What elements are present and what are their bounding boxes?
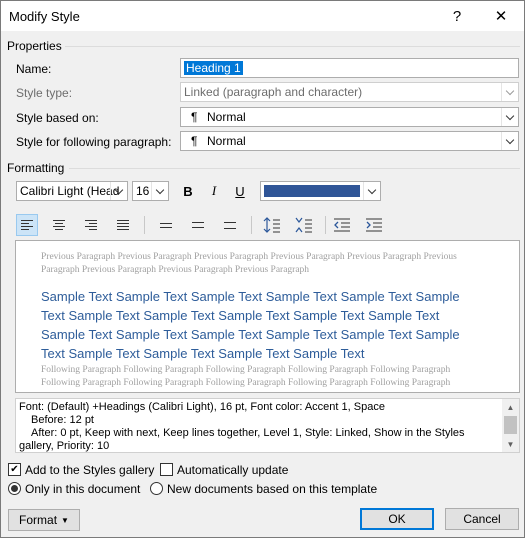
format-label: Format	[19, 513, 58, 527]
format-button[interactable]: Format ▼	[8, 509, 80, 531]
description-scrollbar[interactable]: ▲ ▼	[502, 399, 519, 452]
justify-button[interactable]	[112, 214, 134, 236]
font-color-swatch	[264, 185, 360, 197]
formatting-divider	[69, 168, 520, 169]
based-on-label: Style based on:	[16, 111, 99, 125]
name-value: Heading 1	[184, 61, 243, 75]
add-to-gallery-checkbox[interactable]: ✔	[8, 463, 21, 476]
toolbar-separator	[251, 216, 252, 234]
close-icon: ✕	[494, 8, 508, 25]
single-spacing-button[interactable]	[155, 214, 177, 236]
bold-button[interactable]: B	[177, 180, 199, 202]
add-to-gallery-label: Add to the Styles gallery	[25, 463, 155, 477]
name-label: Name:	[16, 62, 52, 76]
one-half-spacing-button[interactable]	[187, 214, 209, 236]
following-paragraph-text: Following Paragraph Following Paragraph …	[41, 365, 451, 388]
only-this-document-label: Only in this document	[25, 482, 141, 496]
underline-button[interactable]: U	[229, 180, 251, 202]
following-dropdown[interactable]	[501, 132, 518, 150]
properties-divider	[65, 46, 520, 47]
only-this-document-radio[interactable]	[8, 482, 21, 495]
align-left-button[interactable]	[16, 214, 38, 236]
ok-button[interactable]: OK	[360, 508, 434, 530]
font-select[interactable]: Calibri Light (Head	[16, 181, 128, 201]
scroll-up-icon[interactable]: ▲	[502, 399, 519, 415]
toolbar-separator	[325, 216, 326, 234]
formatting-heading: Formatting	[7, 161, 65, 175]
based-on-dropdown[interactable]	[501, 108, 518, 126]
sample-text: Sample Text Sample Text Sample Text Samp…	[41, 289, 460, 361]
align-right-icon	[85, 220, 97, 230]
scroll-thumb[interactable]	[504, 416, 517, 434]
help-icon: ?	[452, 7, 462, 25]
previous-paragraph-text: Previous Paragraph Previous Paragraph Pr…	[41, 252, 457, 275]
font-color-select[interactable]	[260, 181, 381, 201]
chevron-down-icon	[367, 185, 377, 194]
modify-style-dialog: Modify Style ? ✕ Properties Name: Headin…	[0, 0, 525, 538]
dropdown-arrow-icon: ▼	[61, 515, 69, 525]
checkmark-icon: ✔	[10, 463, 19, 475]
align-center-icon	[53, 220, 65, 230]
decrease-spacing-icon	[295, 217, 312, 233]
description-line: After: 0 pt, Keep with next, Keep lines …	[31, 427, 465, 439]
radio-selected-dot	[11, 485, 18, 492]
style-type-label: Style type:	[16, 86, 73, 100]
size-dropdown[interactable]	[151, 182, 168, 200]
decrease-paragraph-spacing-button[interactable]	[293, 214, 315, 236]
italic-button[interactable]: I	[203, 180, 225, 202]
dialog-title: Modify Style	[9, 9, 80, 24]
chevron-down-icon	[505, 111, 515, 120]
properties-heading: Properties	[7, 39, 62, 53]
double-spacing-icon	[224, 221, 236, 229]
chevron-down-icon	[505, 135, 515, 144]
paragraph-icon: ¶	[191, 134, 198, 148]
following-value: Normal	[207, 134, 246, 148]
increase-paragraph-spacing-button[interactable]	[261, 214, 283, 236]
cancel-button[interactable]: Cancel	[445, 508, 519, 530]
font-dropdown[interactable]	[110, 182, 127, 200]
align-left-icon	[21, 220, 33, 230]
increase-spacing-icon	[263, 217, 280, 233]
increase-indent-icon	[366, 218, 382, 232]
paragraph-icon: ¶	[191, 110, 198, 124]
style-description: Font: (Default) +Headings (Calibri Light…	[15, 398, 520, 453]
new-documents-radio[interactable]	[150, 482, 163, 495]
chevron-down-icon	[505, 86, 515, 95]
chevron-down-icon	[155, 185, 165, 194]
name-field[interactable]: Heading 1	[180, 58, 519, 78]
based-on-value: Normal	[207, 110, 246, 124]
toolbar-separator	[144, 216, 145, 234]
description-line: Font: (Default) +Headings (Calibri Light…	[19, 401, 385, 413]
style-type-value: Linked (paragraph and character)	[184, 85, 363, 99]
font-value: Calibri Light (Head	[20, 184, 120, 198]
decrease-indent-icon	[334, 218, 350, 232]
description-line: Before: 12 pt	[31, 414, 94, 426]
font-color-dropdown[interactable]	[363, 182, 380, 200]
double-spacing-button[interactable]	[219, 214, 241, 236]
based-on-select[interactable]: ¶ Normal	[180, 107, 519, 127]
chevron-down-icon	[114, 185, 124, 194]
close-button[interactable]: ✕	[479, 1, 523, 31]
new-documents-label: New documents based on this template	[167, 482, 378, 496]
scroll-down-icon[interactable]: ▼	[502, 436, 519, 452]
style-type-select: Linked (paragraph and character)	[180, 82, 519, 102]
description-line: gallery, Priority: 10	[19, 440, 110, 452]
decrease-indent-button[interactable]	[331, 214, 353, 236]
size-value: 16	[136, 184, 150, 198]
style-type-dropdown	[501, 83, 518, 101]
title-bar: Modify Style ? ✕	[1, 1, 524, 31]
following-select[interactable]: ¶ Normal	[180, 131, 519, 151]
increase-indent-button[interactable]	[363, 214, 385, 236]
style-preview: Previous Paragraph Previous Paragraph Pr…	[15, 240, 520, 393]
size-select[interactable]: 16	[132, 181, 169, 201]
auto-update-checkbox[interactable]	[160, 463, 173, 476]
single-spacing-icon	[160, 222, 172, 228]
one-half-spacing-icon	[192, 222, 204, 228]
help-button[interactable]: ?	[435, 1, 479, 31]
align-center-button[interactable]	[48, 214, 70, 236]
align-right-button[interactable]	[80, 214, 102, 236]
auto-update-label: Automatically update	[177, 463, 289, 477]
following-label: Style for following paragraph:	[16, 135, 172, 149]
justify-icon	[117, 220, 129, 230]
